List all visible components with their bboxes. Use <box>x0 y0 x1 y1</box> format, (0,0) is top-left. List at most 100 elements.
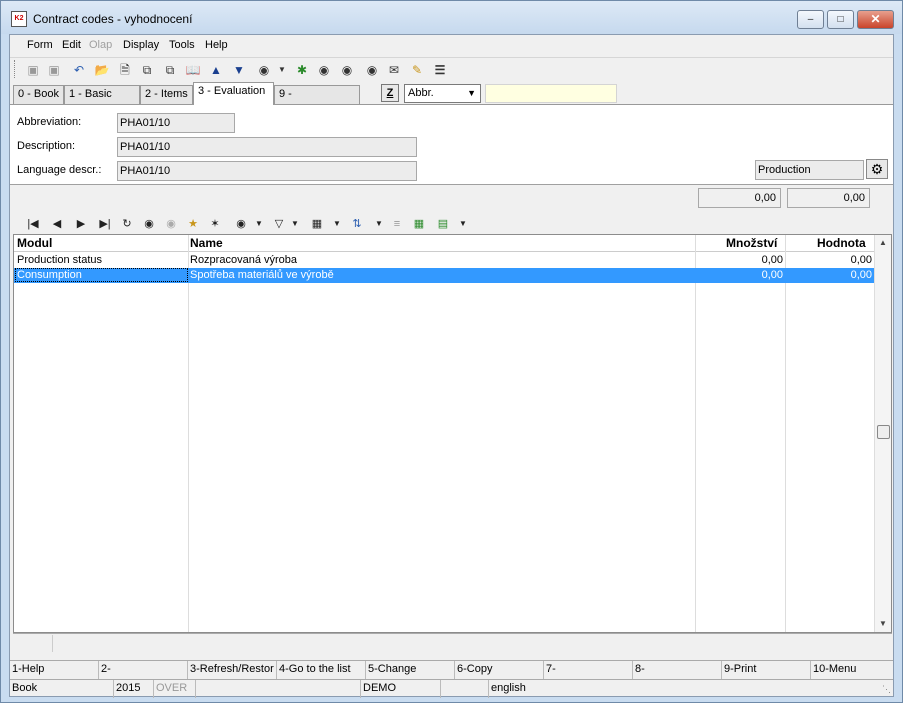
abbreviation-field[interactable]: PHA01/10 <box>117 113 235 133</box>
dropdown-arrow-icon[interactable]: ▼ <box>286 215 304 233</box>
abbreviation-label: Abbreviation: <box>17 116 82 128</box>
total-mnozstvi: 0,00 <box>698 188 781 208</box>
save-as-icon[interactable]: ▣ <box>45 61 63 79</box>
fkey-copy[interactable]: 6-Copy <box>455 661 544 679</box>
book-icon[interactable]: 📖 <box>184 61 202 79</box>
column-divider <box>785 235 786 632</box>
application-window: K2 Contract codes - vyhodnocení – □ ✕ Fo… <box>0 0 903 703</box>
arrow-up-icon[interactable]: ▲ <box>207 61 225 79</box>
fkey-go-to-list[interactable]: 4-Go to the list <box>277 661 366 679</box>
scroll-down-icon[interactable]: ▼ <box>875 616 891 632</box>
title-bar[interactable]: K2 Contract codes - vyhodnocení – □ ✕ <box>1 1 902 34</box>
dropdown-arrow-icon[interactable]: ▼ <box>273 61 291 79</box>
fkey-help[interactable]: 1-Help <box>10 661 99 679</box>
excel-icon[interactable]: ▦ <box>410 215 428 233</box>
cell-modul: Consumption <box>15 268 188 282</box>
quick-search-input[interactable] <box>485 84 617 103</box>
tab-attachments[interactable]: 9 - Attachments <box>274 85 360 117</box>
fkey-print[interactable]: 9-Print <box>722 661 811 679</box>
camera-icon[interactable]: ◉ <box>255 61 273 79</box>
paste-icon[interactable]: ⧉ <box>161 61 179 79</box>
bookmark-icon[interactable]: ✶ <box>206 215 224 233</box>
sort-select[interactable]: Abbr. ▼ <box>404 84 481 103</box>
menu-olap[interactable]: Olap <box>89 39 112 51</box>
fkey-menu[interactable]: 10-Menu <box>811 661 893 679</box>
toolbar-grip[interactable] <box>14 60 17 78</box>
summary-row: 0,00 0,00 <box>10 184 893 214</box>
dropdown-arrow-icon[interactable]: ▼ <box>328 215 346 233</box>
dropdown-arrow-icon[interactable]: ▼ <box>370 215 388 233</box>
fkey-7[interactable]: 7- <box>544 661 633 679</box>
tab-strip: 0 - Book 1 - Basic data 2 - Items 3 - Ev… <box>10 82 893 117</box>
column-header-modul[interactable]: Modul <box>17 236 52 250</box>
tree-icon[interactable]: ✱ <box>293 61 311 79</box>
binoculars-icon[interactable]: ◉ <box>140 215 158 233</box>
fkey-change[interactable]: 5-Change <box>366 661 455 679</box>
save-icon[interactable]: ▣ <box>24 61 42 79</box>
column-divider <box>695 235 696 632</box>
status-empty <box>441 680 489 698</box>
open-folder-icon[interactable]: 📂 <box>93 61 111 79</box>
production-field[interactable]: Production <box>755 160 864 180</box>
cell-mnozstvi: 0,00 <box>761 254 783 266</box>
fkey-refresh[interactable]: 3-Refresh/Restor <box>188 661 277 679</box>
mail-icon[interactable]: ✉ <box>385 61 403 79</box>
minimize-button[interactable]: – <box>797 10 824 29</box>
fkey-8[interactable]: 8- <box>633 661 722 679</box>
prev-record-icon[interactable]: ◀ <box>48 215 66 233</box>
header-panel: Abbreviation: PHA01/10 Description: PHA0… <box>10 104 893 184</box>
refresh-icon[interactable]: ↻ <box>118 215 136 233</box>
dropdown-arrow-icon[interactable]: ▼ <box>454 215 472 233</box>
tab-items[interactable]: 2 - Items <box>140 85 193 104</box>
find-next-icon[interactable]: ◉ <box>162 215 180 233</box>
report-icon[interactable]: ▤ <box>434 215 452 233</box>
menu-edit[interactable]: Edit <box>62 39 81 51</box>
column-header-name[interactable]: Name <box>190 236 223 250</box>
menu-display[interactable]: Display <box>123 39 159 51</box>
cell-name: Spotřeba materiálů ve výrobě <box>190 269 334 281</box>
app-icon: K2 <box>11 11 27 27</box>
z-filter-button[interactable]: Z <box>381 84 399 102</box>
binoculars-icon[interactable]: ◉ <box>315 61 333 79</box>
column-header-mnozstvi[interactable]: Množství <box>726 236 777 250</box>
undo-icon[interactable]: ↶ <box>70 61 88 79</box>
last-record-icon[interactable]: ▶| <box>96 215 114 233</box>
edit-note-icon[interactable]: ✎ <box>408 61 426 79</box>
first-record-icon[interactable]: |◀ <box>24 215 42 233</box>
resize-grip-icon[interactable]: ⋱ <box>882 684 891 695</box>
columns-icon[interactable]: ▦ <box>308 215 326 233</box>
find-next-icon[interactable]: ◉ <box>338 61 356 79</box>
column-header-hodnota[interactable]: Hodnota <box>817 236 866 250</box>
star-icon[interactable]: ★ <box>184 215 202 233</box>
list-icon[interactable]: ≡ <box>388 215 406 233</box>
arrow-down-icon[interactable]: ▼ <box>230 61 248 79</box>
new-document-icon[interactable]: 🗎 <box>116 61 134 79</box>
maximize-button[interactable]: □ <box>827 10 854 29</box>
table-row-selected[interactable]: Consumption Spotřeba materiálů ve výrobě… <box>14 268 874 283</box>
camera-icon[interactable]: ◉ <box>232 215 250 233</box>
gear-icon[interactable]: ⚙ <box>866 159 888 179</box>
tab-book[interactable]: 0 - Book <box>13 85 64 104</box>
language-descr-field[interactable]: PHA01/10 <box>117 161 417 181</box>
description-field[interactable]: PHA01/10 <box>117 137 417 157</box>
tab-evaluation[interactable]: 3 - Evaluation <box>193 82 274 105</box>
grid-footer <box>13 633 892 653</box>
menu-help[interactable]: Help <box>205 39 228 51</box>
fkey-2[interactable]: 2- <box>99 661 188 679</box>
cell-hodnota: 0,00 <box>850 269 872 281</box>
table-row[interactable]: Production status Rozpracovaná výroba 0,… <box>14 253 874 268</box>
total-hodnota: 0,00 <box>787 188 870 208</box>
next-record-icon[interactable]: ▶ <box>72 215 90 233</box>
find-all-icon[interactable]: ◉ <box>363 61 381 79</box>
scroll-up-icon[interactable]: ▲ <box>875 235 891 251</box>
scroll-thumb[interactable] <box>877 425 890 439</box>
copy-icon[interactable]: ⧉ <box>138 61 156 79</box>
menu-tools[interactable]: Tools <box>169 39 195 51</box>
menu-form[interactable]: Form <box>27 39 53 51</box>
menu-lines-icon[interactable]: ☰ <box>431 61 449 79</box>
sort-az-icon[interactable]: ⇅ <box>348 215 366 233</box>
close-button[interactable]: ✕ <box>857 10 894 29</box>
tab-basic-data[interactable]: 1 - Basic data <box>64 85 140 117</box>
vertical-scrollbar[interactable]: ▲ ▼ <box>874 235 891 632</box>
dropdown-arrow-icon[interactable]: ▼ <box>250 215 268 233</box>
